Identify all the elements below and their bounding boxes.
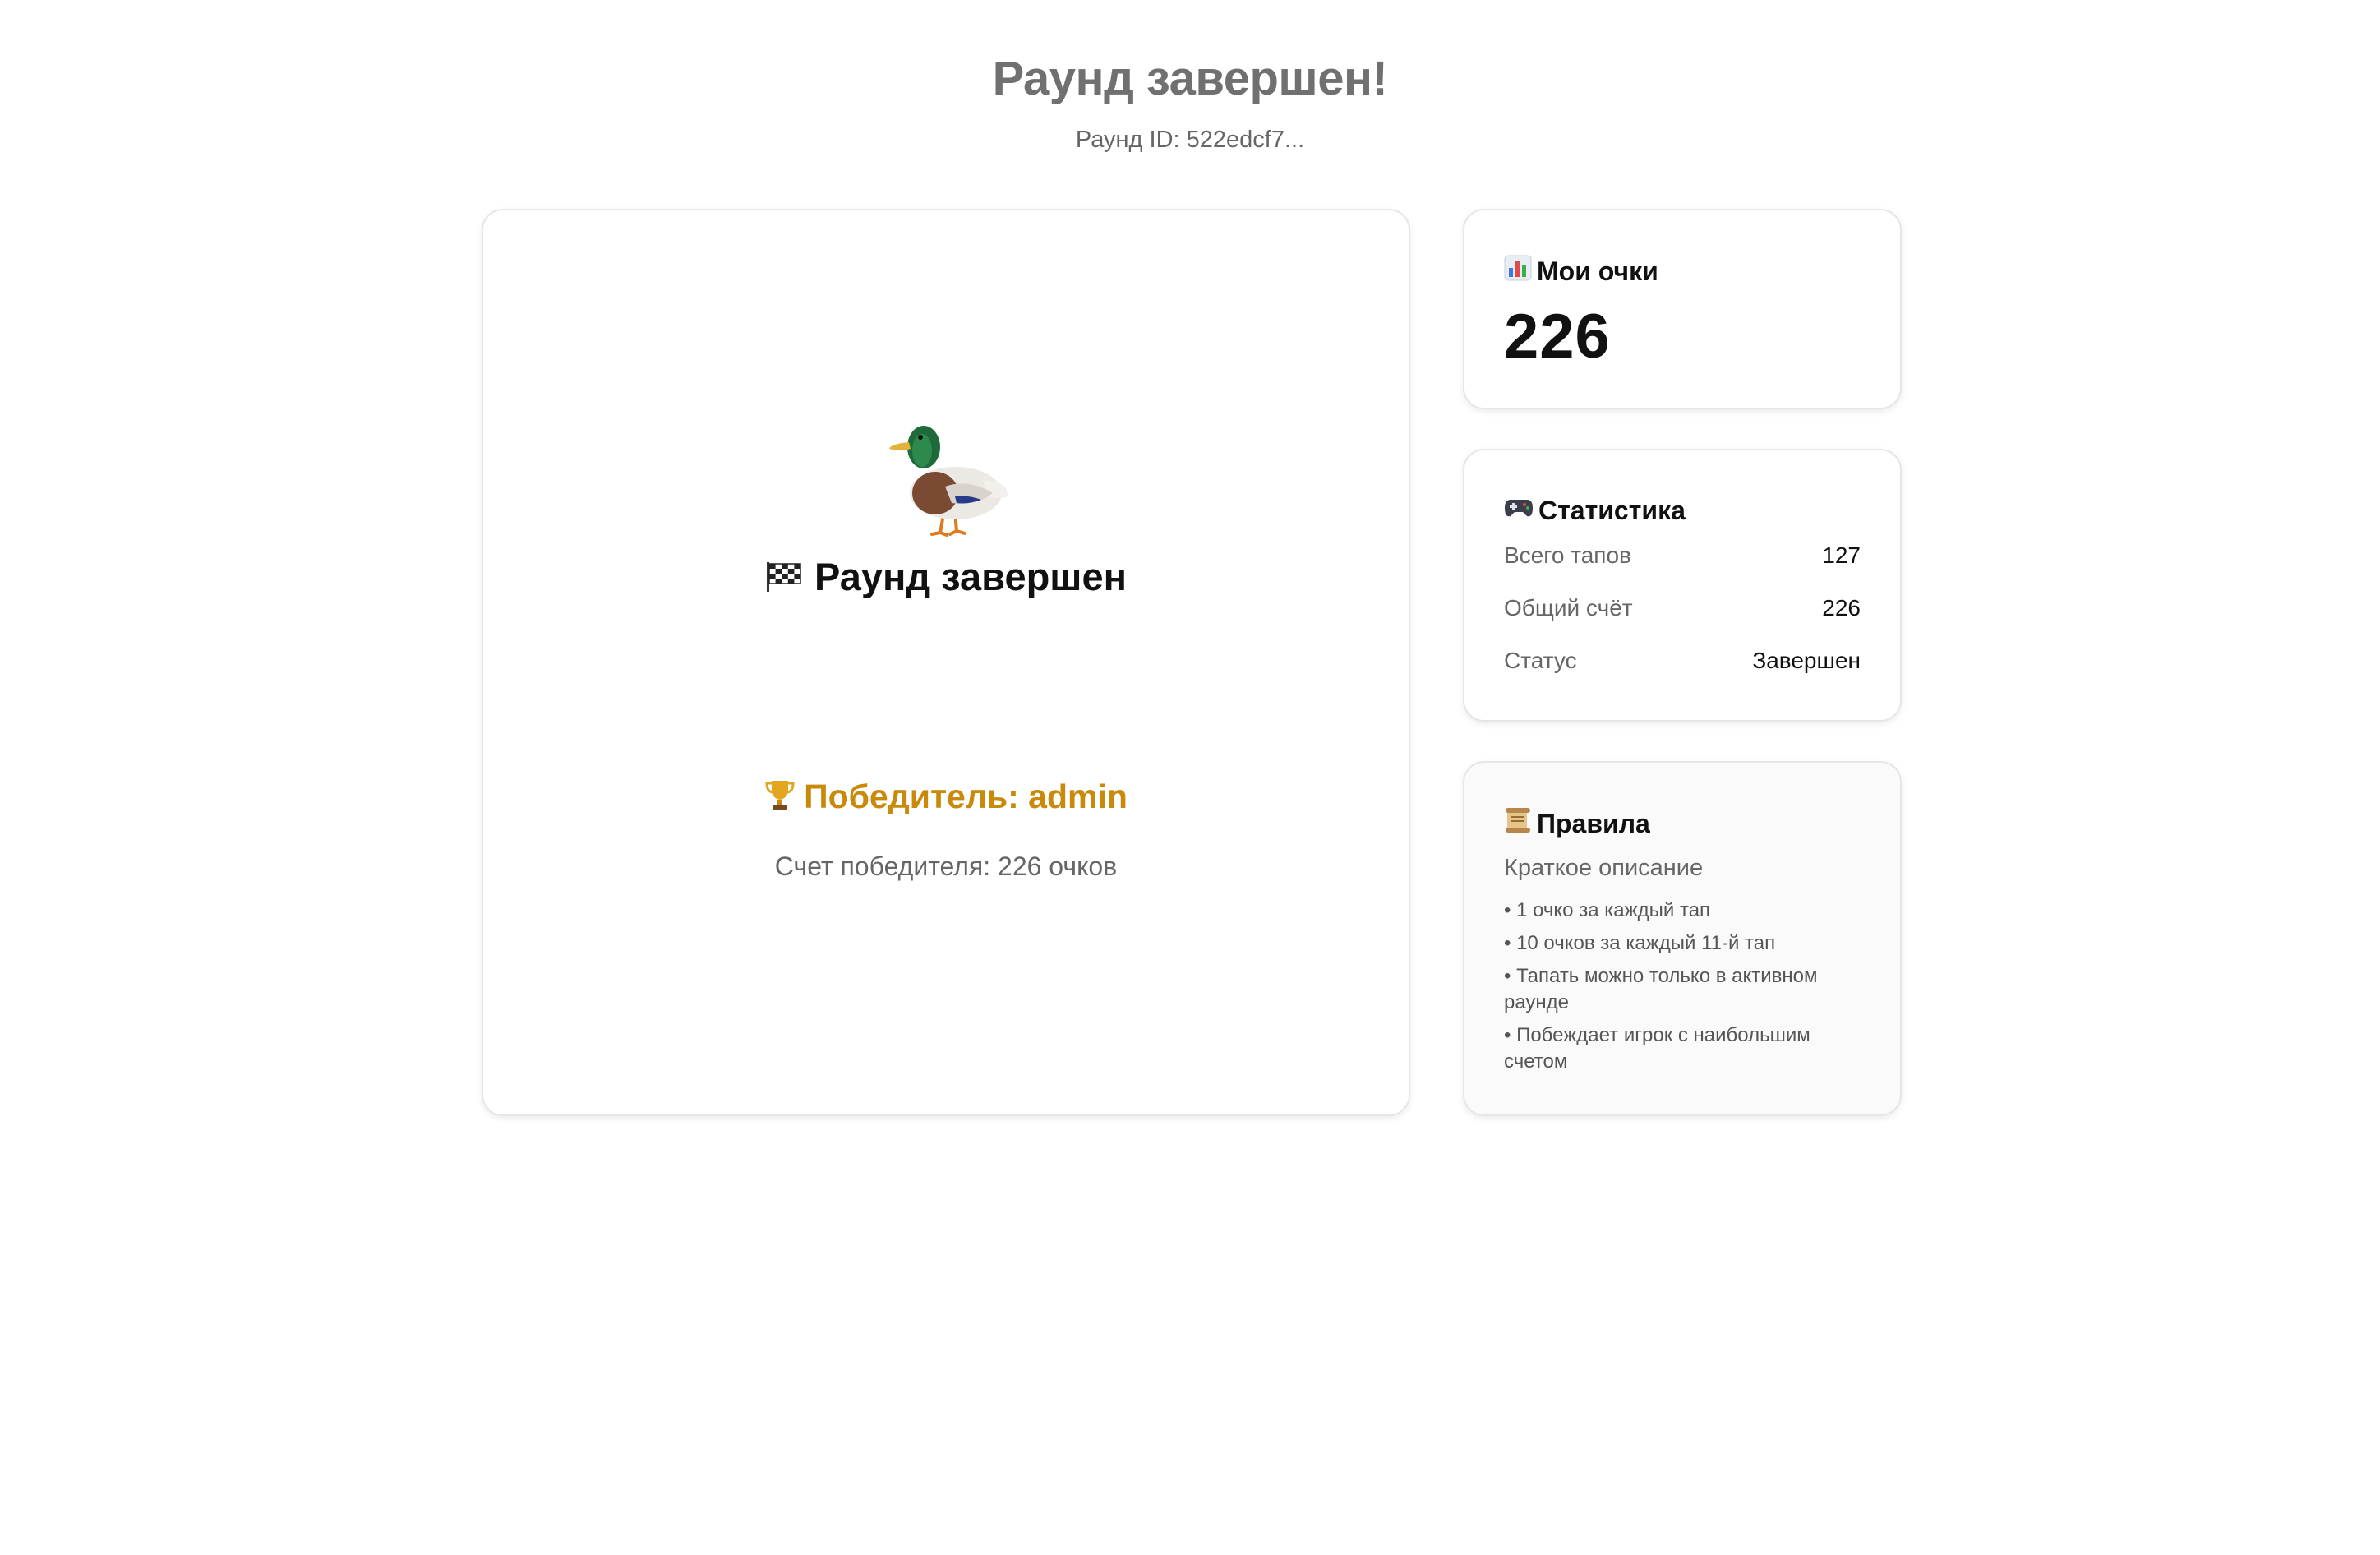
- stat-row-total-taps: Всего тапов 127: [1504, 542, 1861, 575]
- stat-row-status: Статус Завершен: [1504, 648, 1861, 681]
- rule-item: • Побеждает игрок с наибольшим счетом: [1504, 1024, 1810, 1073]
- stat-row-total-score: Общий счёт 226: [1504, 595, 1861, 628]
- rule-item: • Тапать можно только в активном раунде: [1504, 965, 1818, 1013]
- round-status-text: Раунд завершен: [814, 555, 1127, 598]
- rules-title-text: Правила: [1537, 808, 1650, 838]
- stat-value: 226: [1822, 595, 1861, 621]
- stats-title-text: Статистика: [1538, 495, 1686, 525]
- rules-subtitle: Краткое описание: [1504, 855, 1704, 881]
- rules-card: Правила Краткое описание • 1 очко за каж…: [1463, 761, 1902, 1116]
- round-id: Раунд ID: 522edcf7...: [1075, 127, 1305, 153]
- my-score-value: 226: [1504, 302, 1611, 371]
- rules-title: Правила: [1504, 807, 1650, 840]
- bar-chart-icon: [1504, 255, 1532, 288]
- stats-title: Статистика: [1504, 495, 1686, 526]
- my-score-title: Мои очки: [1504, 255, 1658, 288]
- page: Раунд завершен! Раунд ID: 522edcf7... Ра…: [0, 0, 2380, 1555]
- status-badge: Завершен: [1752, 648, 1861, 673]
- rule-item: • 1 очко за каждый тап: [1504, 899, 1711, 921]
- scroll-icon: [1504, 807, 1532, 840]
- stats-card: Статистика Всего тапов 127 Общий счёт 22…: [1463, 449, 1902, 722]
- winner-score: Счет победителя: 226 очков: [774, 851, 1118, 881]
- gamepad-icon: [1504, 495, 1534, 526]
- duck-icon[interactable]: [886, 418, 1017, 541]
- rule-item: • 10 очков за каждый 11-й тап: [1504, 932, 1776, 954]
- trophy-icon: [764, 778, 796, 819]
- winner-label: Победитель: admin: [483, 778, 1409, 819]
- stat-value: 127: [1822, 542, 1861, 568]
- my-score-card: Мои очки 226: [1463, 209, 1902, 409]
- winner-text: Победитель: admin: [804, 778, 1128, 815]
- stat-label: Общий счёт: [1504, 595, 1633, 621]
- round-result-card: Раунд завершен Победитель: admin Счет по…: [482, 209, 1410, 1116]
- rules-list: • 1 очко за каждый тап • 10 очков за каж…: [1504, 897, 1864, 1082]
- stat-label: Статус: [1504, 648, 1577, 673]
- page-title: Раунд завершен!: [992, 52, 1388, 105]
- checkered-flag-icon: [765, 557, 803, 602]
- stat-label: Всего тапов: [1504, 542, 1631, 568]
- my-score-title-text: Мои очки: [1537, 256, 1658, 286]
- round-status-title: Раунд завершен: [483, 554, 1409, 602]
